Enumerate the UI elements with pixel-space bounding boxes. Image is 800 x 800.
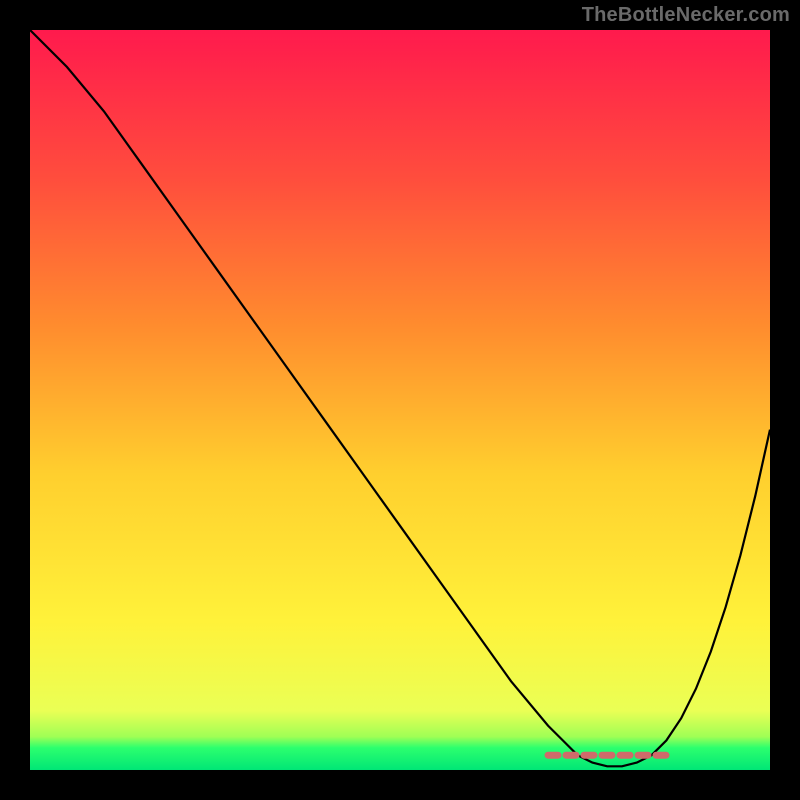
chart-svg bbox=[30, 30, 770, 770]
gradient-background bbox=[30, 30, 770, 770]
chart-frame: TheBottleNecker.com bbox=[0, 0, 800, 800]
plot-area bbox=[30, 30, 770, 770]
watermark-text: TheBottleNecker.com bbox=[582, 4, 790, 27]
